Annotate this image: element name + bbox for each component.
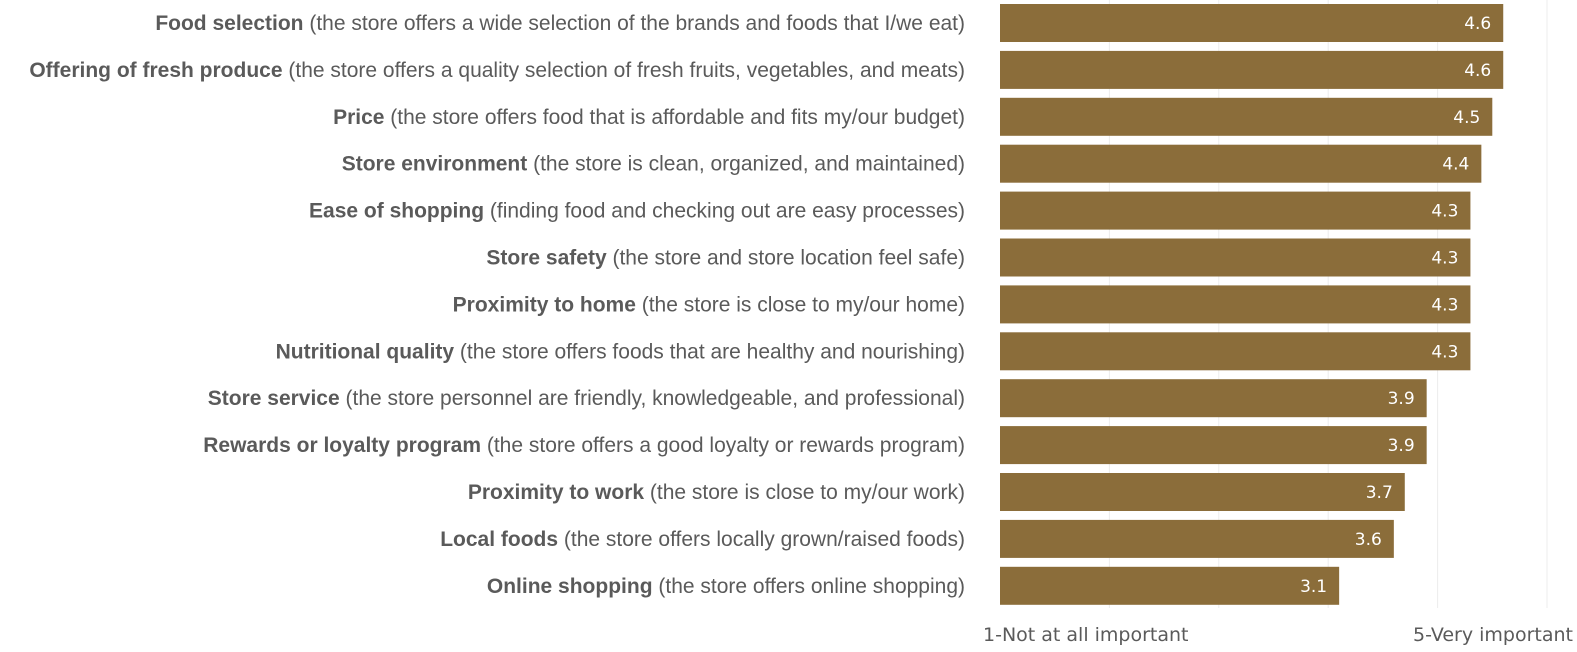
bar-value-label: 4.4 [1442, 155, 1469, 175]
category-label: Proximity to home (the store is close to… [453, 293, 965, 316]
category-label: Ease of shopping (finding food and check… [309, 200, 965, 223]
category-label: Store service (the store personnel are f… [208, 387, 965, 410]
bar [1000, 332, 1471, 371]
bar-value-label: 3.7 [1366, 483, 1393, 503]
category-name: Food selection [155, 12, 303, 35]
category-description: (the store personnel are friendly, knowl… [340, 387, 965, 410]
category-label: Price (the store offers food that is aff… [333, 106, 965, 129]
bar [1000, 238, 1471, 277]
bar-value-label: 3.1 [1300, 577, 1327, 597]
category-label: Food selection (the store offers a wide … [155, 12, 965, 35]
category-label: Proximity to work (the store is close to… [468, 481, 965, 504]
category-name: Nutritional quality [276, 340, 455, 363]
category-name: Offering of fresh produce [29, 59, 282, 82]
bar-value-label: 4.3 [1431, 342, 1458, 362]
category-name: Price [333, 106, 384, 129]
category-description: (the store and store location feel safe) [607, 247, 965, 270]
bars: 4.6 4.6 4.5 4.4 4.3 4.3 4.3 4.3 3.9 3.9 3.7 3.6 3.1 [1000, 4, 1504, 605]
bar-value-label: 4.6 [1464, 61, 1491, 81]
bar [1000, 144, 1482, 183]
category-label: Nutritional quality (the store offers fo… [276, 340, 965, 363]
category-labels: Food selection (the store offers a wide … [29, 12, 965, 598]
category-description: (finding food and checking out are easy … [484, 200, 965, 223]
category-name: Store safety [486, 247, 607, 270]
bar-value-label: 4.5 [1453, 108, 1480, 128]
category-name: Local foods [440, 528, 558, 551]
axis-max-label: 5-Very important [1413, 624, 1573, 646]
bar-value-label: 3.9 [1388, 436, 1415, 456]
bar-value-label: 3.9 [1388, 389, 1415, 409]
category-label: Rewards or loyalty program (the store of… [203, 434, 965, 457]
bar-value-label: 4.3 [1431, 295, 1458, 315]
category-name: Store environment [342, 153, 528, 176]
bar [1000, 191, 1471, 230]
category-description: (the store offers foods that are healthy… [454, 340, 965, 363]
bar [1000, 50, 1504, 89]
bar [1000, 4, 1504, 42]
category-description: (the store offers a wide selection of th… [304, 12, 966, 35]
bar [1000, 566, 1340, 605]
bar-value-label: 4.3 [1431, 249, 1458, 269]
bar-value-label: 4.3 [1431, 202, 1458, 222]
category-name: Online shopping [487, 575, 653, 598]
category-label: Store safety (the store and store locati… [486, 247, 965, 270]
bar [1000, 285, 1471, 324]
category-name: Rewards or loyalty program [203, 434, 481, 457]
category-name: Proximity to home [453, 293, 636, 316]
category-description: (the store is close to my/our work) [644, 481, 965, 504]
category-description: (the store is clean, organized, and main… [527, 153, 965, 176]
bar [1000, 519, 1394, 558]
category-name: Ease of shopping [309, 200, 484, 223]
category-label: Local foods (the store offers locally gr… [440, 528, 965, 551]
category-name: Store service [208, 387, 340, 410]
category-label: Online shopping (the store offers online… [487, 575, 965, 598]
bar [1000, 379, 1427, 418]
bar-value-label: 4.6 [1464, 14, 1491, 34]
category-label: Offering of fresh produce (the store off… [29, 59, 965, 82]
category-label: Store environment (the store is clean, o… [342, 153, 965, 176]
category-description: (the store is close to my/our home) [636, 293, 965, 316]
x-axis: 1-Not at all important 5-Very important [983, 624, 1573, 646]
importance-bar-chart: 4.64.64.54.44.34.34.34.33.93.93.73.63.1 … [29, 0, 1573, 646]
category-description: (the store offers online shopping) [653, 575, 965, 598]
bar [1000, 426, 1427, 465]
axis-min-label: 1-Not at all important [983, 624, 1189, 646]
bar [1000, 97, 1493, 136]
bar [1000, 473, 1405, 511]
category-description: (the store offers a quality selection of… [283, 59, 965, 82]
category-description: (the store offers locally grown/raised f… [558, 528, 965, 551]
category-name: Proximity to work [468, 481, 645, 504]
category-description: (the store offers food that is affordabl… [384, 106, 965, 129]
bar-value-label: 3.6 [1355, 530, 1382, 550]
category-description: (the store offers a good loyalty or rewa… [481, 434, 965, 457]
